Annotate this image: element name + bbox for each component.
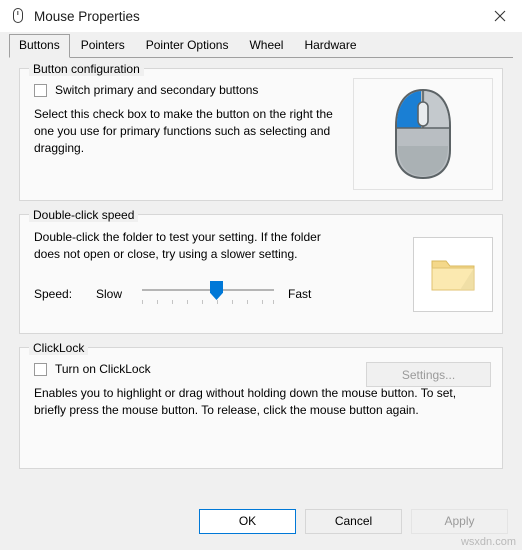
clicklock-checkbox[interactable] [34,362,47,376]
tab-wheel[interactable]: Wheel [239,34,293,58]
tab-pointers[interactable]: Pointers [71,34,135,58]
double-click-speed-group: Double-click speed Double-click the fold… [19,208,503,334]
clicklock-label: Turn on ClickLock [55,362,151,376]
speed-label: Speed: [34,287,73,301]
slow-label: Slow [96,287,123,301]
folder-preview-image[interactable] [430,255,476,295]
mouse-icon [10,8,26,24]
dialog-button-bar: OK Cancel Apply [0,492,522,550]
button-configuration-group: Button configuration Switch primary and … [19,62,503,201]
clicklock-legend: ClickLock [29,341,89,355]
close-icon[interactable] [477,0,522,32]
tab-pointer-options[interactable]: Pointer Options [136,34,239,58]
watermark: wsxdn.com [460,536,516,548]
slider-track[interactable] [142,289,274,291]
clicklock-group: ClickLock Turn on ClickLock Settings... … [19,341,503,469]
fast-label: Fast [288,287,312,301]
tab-buttons[interactable]: Buttons [9,34,70,58]
mouse-preview-panel [353,78,493,190]
button-configuration-description: Select this check box to make the button… [34,107,333,155]
mouse-preview-image [395,88,451,180]
tab-bar: Buttons Pointers Pointer Options Wheel H… [0,32,522,58]
button-configuration-legend: Button configuration [29,62,144,76]
window-title: Mouse Properties [34,8,140,24]
title-bar: Mouse Properties [0,0,522,32]
folder-test-area[interactable] [413,237,493,312]
slider-thumb[interactable] [210,281,223,300]
apply-button: Apply [411,508,508,534]
switch-buttons-label: Switch primary and secondary buttons [55,83,259,97]
clicklock-settings-button[interactable]: Settings... [366,362,491,387]
clicklock-description: Enables you to highlight or drag without… [34,386,457,417]
ok-button[interactable]: OK [199,508,296,534]
double-click-speed-slider[interactable] [142,280,274,308]
tab-hardware[interactable]: Hardware [294,34,366,58]
double-click-speed-legend: Double-click speed [29,208,139,222]
slider-ticks [142,300,274,305]
switch-buttons-checkbox[interactable] [34,83,47,97]
double-click-speed-description: Double-click the folder to test your set… [34,230,321,261]
buttons-tab-panel: Button configuration Switch primary and … [9,57,513,512]
cancel-button[interactable]: Cancel [305,508,402,534]
